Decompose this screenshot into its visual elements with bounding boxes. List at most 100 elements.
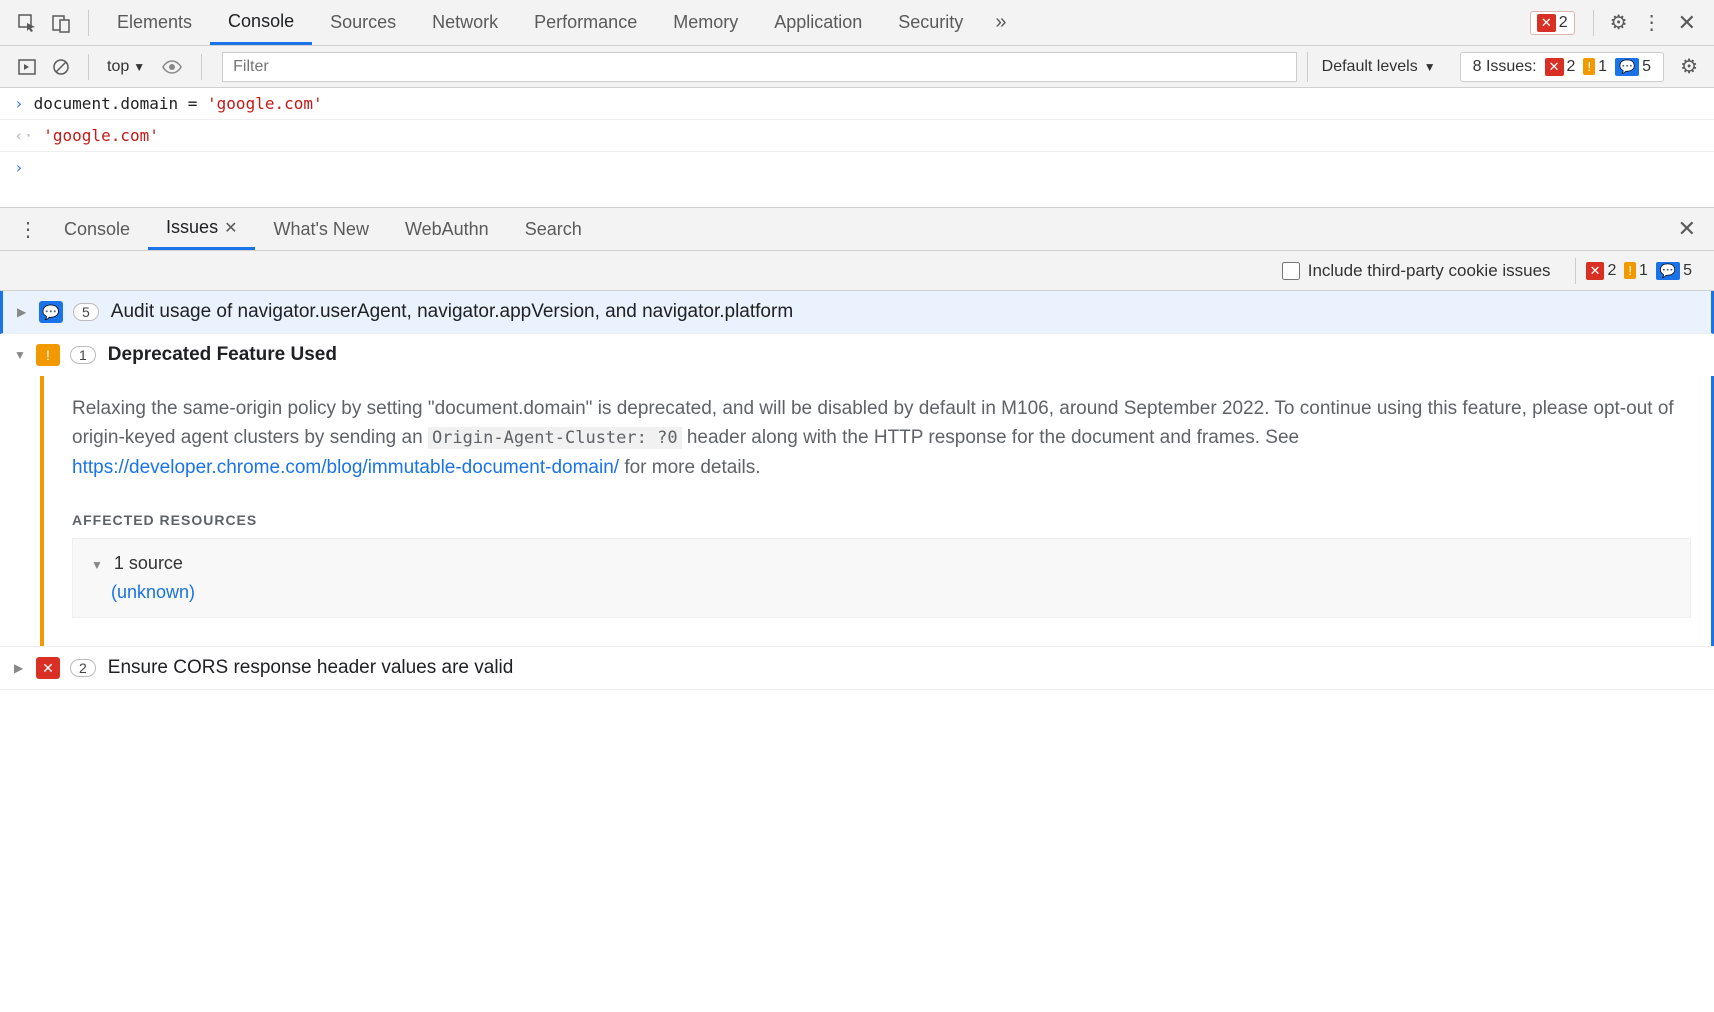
issue-row[interactable]: ▶ 💬 5 Audit usage of navigator.userAgent… xyxy=(0,291,1714,334)
third-party-checkbox[interactable]: Include third-party cookie issues xyxy=(1282,261,1551,281)
drawer-tab-console[interactable]: Console xyxy=(46,208,148,250)
console-output: › document.domain = 'google.com' ‹· 'goo… xyxy=(0,88,1714,207)
main-toolbar: Elements Console Sources Network Perform… xyxy=(0,0,1714,46)
issues-warn-count: 1 xyxy=(1598,58,1607,76)
tab-network[interactable]: Network xyxy=(414,0,516,45)
drawer-menu-icon[interactable]: ⋮ xyxy=(18,217,38,242)
code-text: document.domain = xyxy=(34,94,207,113)
issue-count-pill: 5 xyxy=(73,303,99,321)
issue-title: Audit usage of navigator.userAgent, navi… xyxy=(111,301,793,323)
source-line[interactable]: ▼ 1 source xyxy=(91,553,1672,574)
clear-console-icon[interactable] xyxy=(47,53,75,81)
inspect-icon[interactable] xyxy=(13,9,41,37)
tab-performance[interactable]: Performance xyxy=(516,0,655,45)
issues-toolbar: Include third-party cookie issues ✕2 !1 … xyxy=(0,251,1714,291)
issues-err-count: 2 xyxy=(1567,58,1576,76)
tab-memory[interactable]: Memory xyxy=(655,0,756,45)
warning-icon: ! xyxy=(1624,262,1636,279)
output-icon: ‹· xyxy=(14,126,33,145)
drawer-tab-label: Issues xyxy=(166,217,218,238)
drawer-tab-whatsnew[interactable]: What's New xyxy=(255,208,386,250)
tab-application[interactable]: Application xyxy=(756,0,880,45)
issue-counts: ✕2 !1 💬5 xyxy=(1586,262,1700,280)
expand-icon[interactable]: ▶ xyxy=(14,661,26,675)
issue-count-pill: 1 xyxy=(70,346,96,364)
code-string: 'google.com' xyxy=(43,126,159,145)
info-issue-icon: 💬 xyxy=(39,301,63,323)
desc-text: for more details. xyxy=(619,457,761,478)
context-selector[interactable]: top ▼ xyxy=(107,58,145,76)
issue-row[interactable]: ▼ ! 1 Deprecated Feature Used xyxy=(0,334,1714,376)
source-count: 1 source xyxy=(114,553,183,573)
live-expression-icon[interactable] xyxy=(161,59,183,75)
console-output-line: ‹· 'google.com' xyxy=(0,120,1714,152)
tab-security[interactable]: Security xyxy=(880,0,981,45)
console-input-line[interactable]: › document.domain = 'google.com' xyxy=(0,88,1714,120)
console-toolbar: top ▼ Default levels ▼ 8 Issues: ✕2 !1 💬… xyxy=(0,46,1714,88)
collapse-icon[interactable]: ▼ xyxy=(14,348,26,362)
separator xyxy=(201,54,202,80)
log-levels-selector[interactable]: Default levels ▼ xyxy=(1307,52,1450,82)
code-string: 'google.com' xyxy=(207,94,323,113)
separator xyxy=(1575,258,1576,284)
warning-icon: ! xyxy=(1583,58,1595,75)
separator xyxy=(88,10,89,36)
checkbox-input[interactable] xyxy=(1282,262,1300,280)
tab-sources[interactable]: Sources xyxy=(312,0,414,45)
drawer-tab-issues[interactable]: Issues ✕ xyxy=(148,208,255,250)
chevron-down-icon: ▼ xyxy=(1424,60,1436,74)
console-settings-icon[interactable]: ⚙ xyxy=(1680,54,1698,79)
issue-description: Relaxing the same-origin policy by setti… xyxy=(72,394,1691,482)
source-link[interactable]: (unknown) xyxy=(111,582,1672,603)
warn-count: 1 xyxy=(1639,262,1648,280)
checkbox-label: Include third-party cookie issues xyxy=(1308,261,1551,281)
affected-resources-heading: AFFECTED RESOURCES xyxy=(72,512,1691,528)
separator xyxy=(1593,10,1594,36)
top-error-badge[interactable]: ✕ 2 xyxy=(1530,11,1575,35)
toggle-sidebar-icon[interactable] xyxy=(13,53,41,81)
close-tab-icon[interactable]: ✕ xyxy=(224,218,237,238)
affected-resources-box: ▼ 1 source (unknown) xyxy=(72,538,1691,618)
drawer-tab-search[interactable]: Search xyxy=(507,208,600,250)
desc-code: Origin-Agent-Cluster: ?0 xyxy=(428,427,682,449)
close-drawer-icon[interactable]: ✕ xyxy=(1678,216,1696,242)
issues-label: 8 Issues: xyxy=(1473,58,1537,76)
issue-title: Deprecated Feature Used xyxy=(108,344,337,366)
issues-list: ▶ 💬 5 Audit usage of navigator.userAgent… xyxy=(0,291,1714,690)
close-devtools-icon[interactable]: ✕ xyxy=(1678,10,1696,36)
toolbar-right: ✕ 2 ⚙ ⋮ ✕ xyxy=(1530,10,1704,36)
issues-summary-button[interactable]: 8 Issues: ✕2 !1 💬5 xyxy=(1460,52,1664,82)
issue-title: Ensure CORS response header values are v… xyxy=(108,657,514,679)
tab-elements[interactable]: Elements xyxy=(99,0,210,45)
issue-row[interactable]: ▶ ✕ 2 Ensure CORS response header values… xyxy=(0,646,1714,690)
levels-label: Default levels xyxy=(1322,58,1418,76)
kebab-menu-icon[interactable]: ⋮ xyxy=(1642,10,1662,35)
info-icon: 💬 xyxy=(1615,58,1639,76)
collapse-icon: ▼ xyxy=(91,558,103,572)
error-issue-icon: ✕ xyxy=(36,657,60,679)
issue-count-pill: 2 xyxy=(70,659,96,677)
top-error-count: 2 xyxy=(1559,14,1568,32)
console-prompt-line[interactable]: › xyxy=(0,152,1714,207)
error-icon: ✕ xyxy=(1545,58,1564,76)
chevron-down-icon: ▼ xyxy=(133,60,145,74)
info-count: 5 xyxy=(1683,262,1692,280)
filter-input[interactable] xyxy=(222,52,1297,82)
drawer-tab-webauthn[interactable]: WebAuthn xyxy=(387,208,507,250)
expand-icon[interactable]: ▶ xyxy=(17,305,29,319)
error-icon: ✕ xyxy=(1537,14,1556,32)
issue-detail-panel: Relaxing the same-origin policy by setti… xyxy=(40,376,1714,646)
warning-issue-icon: ! xyxy=(36,344,60,366)
prompt-icon: › xyxy=(14,94,24,113)
more-tabs-icon[interactable]: » xyxy=(995,11,1006,34)
prompt-icon: › xyxy=(14,158,24,177)
drawer-tabs: ⋮ Console Issues ✕ What's New WebAuthn S… xyxy=(0,207,1714,251)
desc-link[interactable]: https://developer.chrome.com/blog/immuta… xyxy=(72,457,619,478)
settings-icon[interactable]: ⚙ xyxy=(1610,10,1628,35)
error-icon: ✕ xyxy=(1586,262,1605,280)
err-count: 2 xyxy=(1607,262,1616,280)
info-icon: 💬 xyxy=(1656,262,1680,280)
separator xyxy=(88,54,89,80)
device-toggle-icon[interactable] xyxy=(47,9,75,37)
tab-console[interactable]: Console xyxy=(210,0,312,45)
